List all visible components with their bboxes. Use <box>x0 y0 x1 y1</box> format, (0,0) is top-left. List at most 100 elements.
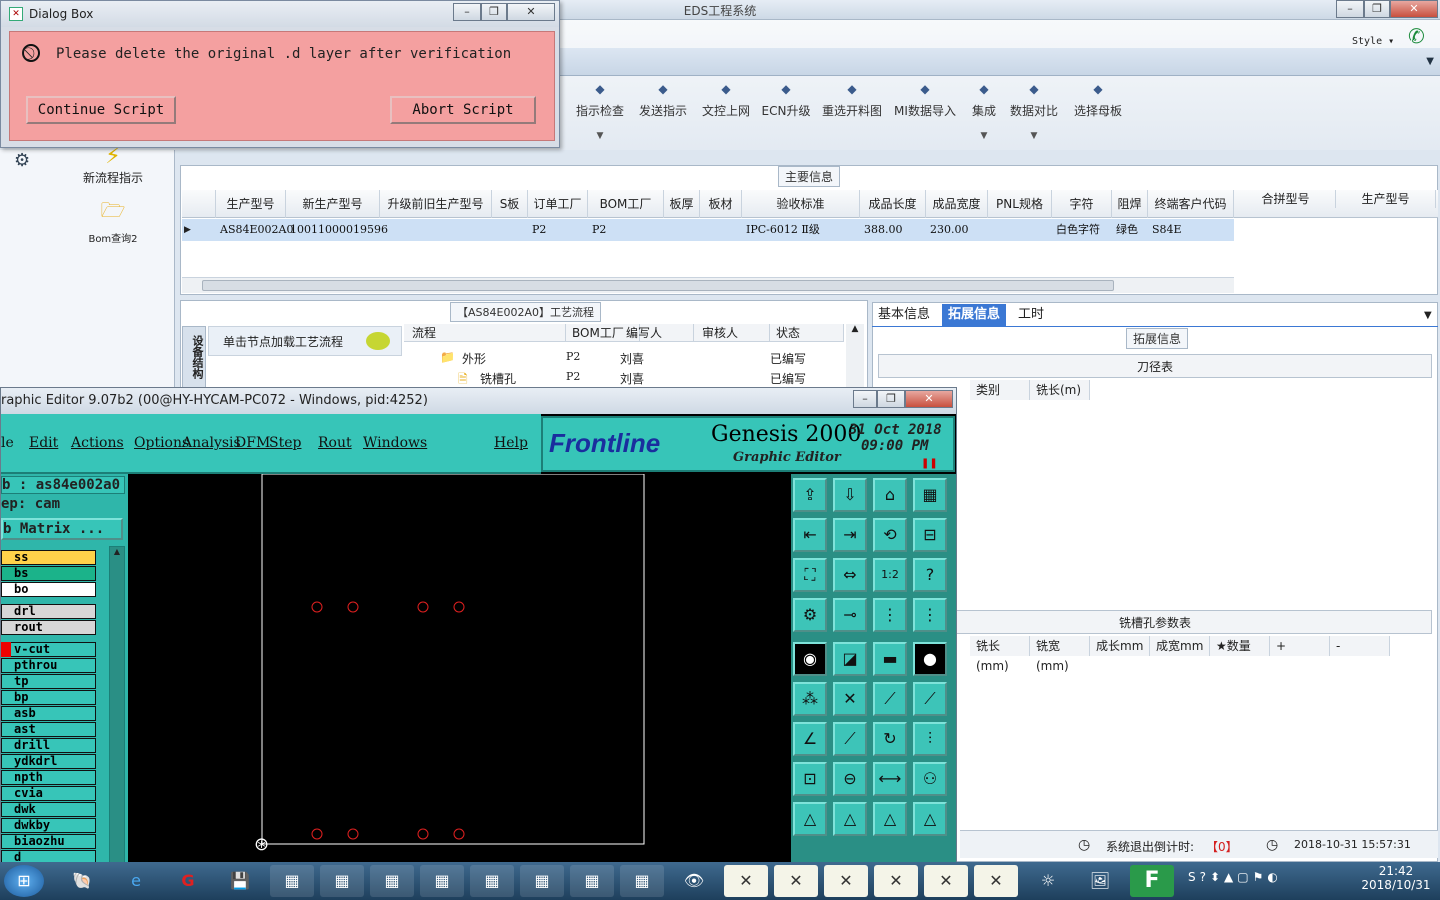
dialog-task-icon[interactable]: ✕ <box>824 865 868 897</box>
start-button[interactable]: ⊞ <box>4 865 44 897</box>
layer-row[interactable]: drl <box>1 604 96 619</box>
layer-row[interactable]: drill <box>1 738 96 753</box>
ribbon-item-3[interactable]: ◆ ECN升级 <box>750 82 822 119</box>
grid-header-cell[interactable]: 阻焊 <box>1112 190 1148 218</box>
style-menu[interactable]: Style ▾ <box>1352 36 1394 47</box>
menu-item-actions[interactable]: Actions <box>71 435 124 451</box>
vertical-scrollbar[interactable]: ▲ <box>846 324 864 388</box>
phone-icon[interactable]: ✆ <box>1408 24 1425 48</box>
layer-row[interactable]: ydkdrl <box>1 754 96 769</box>
menu-item-edit[interactable]: Edit <box>29 435 58 451</box>
excel-icon[interactable]: ▦ <box>270 865 314 897</box>
zoom-home-icon[interactable]: ⇔ <box>833 558 867 592</box>
layer-row[interactable]: biaozhu <box>1 834 96 849</box>
net-icon[interactable]: ⫶ <box>913 722 947 756</box>
drill-hole[interactable] <box>453 601 465 613</box>
continue-script-button[interactable]: Continue Script <box>26 96 176 124</box>
minimize-button[interactable]: – <box>453 3 481 21</box>
menu-item-rout[interactable]: Rout <box>318 435 352 451</box>
tri-icon[interactable]: △ <box>913 802 947 836</box>
layer-row[interactable]: tp <box>1 674 96 689</box>
dialog-task-icon[interactable]: ✕ <box>974 865 1018 897</box>
grid-header-cell[interactable]: S板 <box>492 190 528 218</box>
grid-header-cell[interactable]: BOM工厂 <box>588 190 664 218</box>
menu-item-analysis[interactable]: Analysis <box>182 435 241 451</box>
grid-header-cell[interactable]: 生产型号 <box>216 190 286 218</box>
grid-header-cell[interactable]: 新生产型号 <box>286 190 380 218</box>
eye-icon[interactable]: 👁 <box>672 865 716 897</box>
pan-left-icon[interactable]: ⇤ <box>793 518 827 552</box>
grid-header-cell[interactable]: 板材 <box>700 190 742 218</box>
pad-icon[interactable]: ● <box>913 642 947 676</box>
layer-row[interactable]: rout <box>1 620 96 635</box>
fit-icon[interactable]: ⊟ <box>913 518 947 552</box>
menu-item-le[interactable]: le <box>1 435 14 451</box>
menu-item-options[interactable]: Options <box>134 435 189 451</box>
slot-header-cell[interactable]: + <box>1270 636 1330 656</box>
tab-extension-info[interactable]: 拓展信息 <box>942 304 1007 326</box>
layer-row[interactable]: bp <box>1 690 96 705</box>
layer-row[interactable]: dwkby <box>1 818 96 833</box>
zoom-down-icon[interactable]: ⇩ <box>833 478 867 512</box>
tray-icons[interactable]: S?⬍▲▢⚑◐ <box>1188 870 1282 884</box>
new-flow-item[interactable]: ⚡ 新流程指示 <box>68 144 158 186</box>
settings-icon[interactable]: ⚙ <box>793 598 827 632</box>
save-icon[interactable]: 💾 <box>218 865 262 897</box>
slot-header-cell[interactable]: - <box>1330 636 1390 656</box>
chevron-down-icon[interactable]: ▼ <box>1424 310 1432 321</box>
scroll-thumb[interactable] <box>202 280 1114 291</box>
close-button[interactable]: ✕ <box>507 3 555 21</box>
layer-row[interactable]: bo <box>1 582 96 597</box>
slot-header-cell[interactable]: 成宽mm <box>1150 636 1210 656</box>
ribbon-item-8[interactable]: ◆ 选择母板 <box>1062 82 1134 119</box>
grid-header-cell[interactable]: 成品宽度 <box>926 190 988 218</box>
layer-row[interactable]: ast <box>1 722 96 737</box>
zoom-fit-icon[interactable]: ⛶ <box>793 558 827 592</box>
layer-row[interactable]: asb <box>1 706 96 721</box>
tab-work-hours[interactable]: 工时 <box>1012 304 1050 326</box>
list-item[interactable]: 📁 外形 P2 刘喜 已编写 <box>404 348 844 368</box>
excel-icon[interactable]: ▦ <box>420 865 464 897</box>
route-icon[interactable]: ⁂ <box>793 682 827 716</box>
excel-icon[interactable]: ▦ <box>620 865 664 897</box>
cart-icon[interactable]: ⚙ <box>14 150 30 171</box>
snapshot-icon[interactable]: ◉ <box>793 642 827 676</box>
layer-icon[interactable]: ⋮ <box>913 598 947 632</box>
line-icon[interactable]: ⟋ <box>913 682 947 716</box>
group-icon[interactable]: ⚇ <box>913 762 947 796</box>
chevron-down-icon[interactable]: ▼ <box>1426 56 1434 67</box>
abort-script-button[interactable]: Abort Script <box>390 96 536 124</box>
rotate-icon[interactable]: ⟲ <box>873 518 907 552</box>
arc-icon[interactable]: ↻ <box>873 722 907 756</box>
grid-header-cell[interactable]: 板厚 <box>664 190 700 218</box>
maximize-button[interactable]: ❐ <box>481 3 507 21</box>
minimize-button[interactable]: – <box>1336 0 1364 18</box>
layer-row[interactable]: bs <box>1 566 96 581</box>
list-item[interactable]: 🗎 铣槽孔 P2 刘喜 已编写 <box>404 368 844 388</box>
house-icon[interactable]: ⌂ <box>873 478 907 512</box>
ribbon-item-7[interactable]: ◆ 数据对比 ▼ <box>998 82 1070 141</box>
dialog-task-icon[interactable]: ✕ <box>774 865 818 897</box>
excel-icon[interactable]: ▦ <box>470 865 514 897</box>
slot-header-cell[interactable]: ★数量 <box>1210 636 1270 656</box>
excel-icon[interactable]: ▦ <box>370 865 414 897</box>
close-button[interactable]: ✕ <box>905 390 953 408</box>
grid-icon[interactable]: ▦ <box>913 478 947 512</box>
system-clock[interactable]: 21:42 2018/10/31 <box>1358 864 1434 892</box>
drill-hole[interactable] <box>347 601 359 613</box>
excel-icon[interactable]: ▦ <box>570 865 614 897</box>
layer-icon[interactable]: ⋮ <box>873 598 907 632</box>
dialog-task-icon[interactable]: ✕ <box>724 865 768 897</box>
layer-row[interactable]: npth <box>1 770 96 785</box>
dialog-task-icon[interactable]: ✕ <box>874 865 918 897</box>
slot-header-cell[interactable]: 铣宽(mm) <box>1030 636 1090 673</box>
angle-icon[interactable]: ∠ <box>793 722 827 756</box>
slope-icon[interactable]: ⟋ <box>833 722 867 756</box>
menu-item-dfm[interactable]: DFM <box>235 435 270 451</box>
menu-item-step[interactable]: Step <box>269 435 301 451</box>
ruler-icon[interactable]: ▬ <box>873 642 907 676</box>
minus-icon[interactable]: ⊖ <box>833 762 867 796</box>
drill-hole[interactable] <box>311 601 323 613</box>
ribbon-item-4[interactable]: ◆ 重选开料图 <box>816 82 888 119</box>
close-button[interactable]: ✕ <box>1390 0 1438 18</box>
